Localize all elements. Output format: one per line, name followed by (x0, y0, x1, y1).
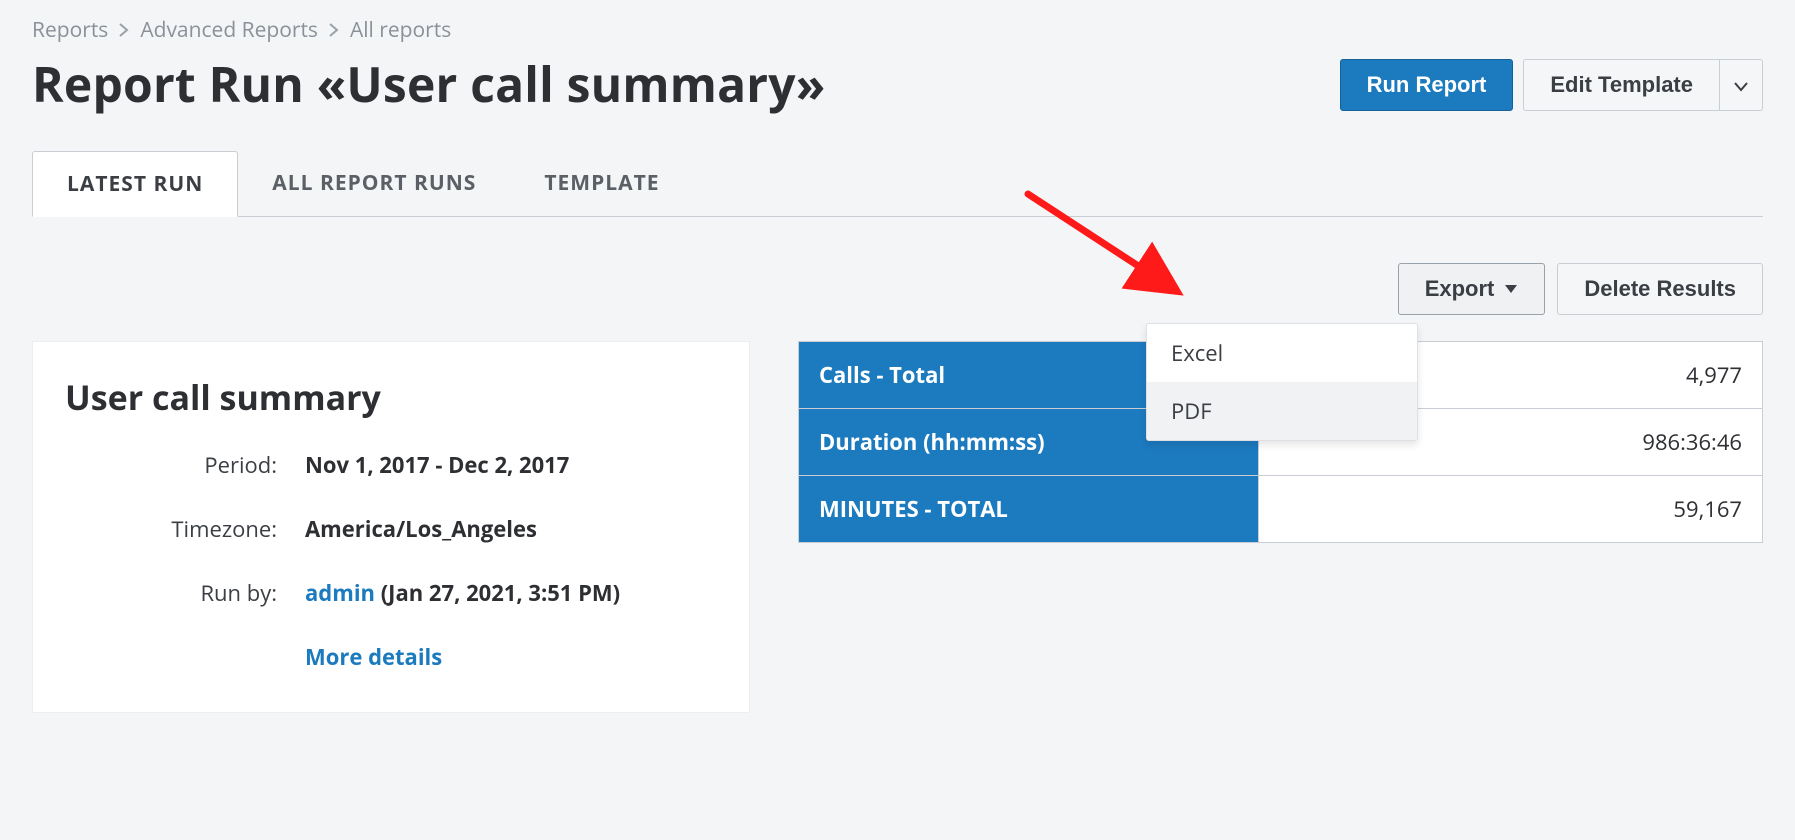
summary-runby-value: admin (Jan 27, 2021, 3:51 PM) (305, 578, 717, 608)
summary-timezone-label: Timezone: (65, 514, 305, 544)
results-actions-bar: Export Delete Results Excel PDF (32, 263, 1763, 315)
caret-down-icon (1504, 284, 1518, 294)
edit-template-dropdown[interactable] (1720, 59, 1763, 111)
export-button[interactable]: Export (1398, 263, 1546, 315)
export-option-pdf[interactable]: PDF (1147, 382, 1417, 440)
chevron-right-icon (328, 23, 340, 37)
export-button-label: Export (1425, 276, 1495, 302)
delete-results-button[interactable]: Delete Results (1557, 263, 1763, 315)
header-actions: Run Report Edit Template (1340, 59, 1763, 111)
summary-timezone-value: America/Los_Angeles (305, 514, 717, 544)
chevron-right-icon (118, 23, 130, 37)
summary-runby-label: Run by: (65, 578, 305, 608)
summary-period-value: Nov 1, 2017 - Dec 2, 2017 (305, 450, 717, 480)
edit-template-split: Edit Template (1523, 59, 1763, 111)
edit-template-button[interactable]: Edit Template (1523, 59, 1720, 111)
summary-runby-user[interactable]: admin (305, 578, 375, 608)
tabs: LATEST RUN ALL REPORT RUNS TEMPLATE (32, 151, 1763, 217)
tab-all-runs[interactable]: ALL REPORT RUNS (238, 151, 510, 216)
run-report-button[interactable]: Run Report (1340, 59, 1514, 111)
summary-period-label: Period: (65, 450, 305, 480)
table-row: MINUTES - TOTAL 59,167 (799, 476, 1763, 543)
export-option-excel[interactable]: Excel (1147, 324, 1417, 382)
caret-down-icon (1734, 72, 1748, 98)
summary-card: User call summary Period: Nov 1, 2017 - … (32, 341, 750, 713)
breadcrumb: Reports Advanced Reports All reports (32, 16, 1763, 44)
tab-latest-run[interactable]: LATEST RUN (32, 151, 238, 217)
export-dropdown-menu: Excel PDF (1146, 323, 1418, 441)
metric-value: 59,167 (1259, 476, 1763, 543)
page-title: Report Run «User call summary» (32, 52, 826, 117)
breadcrumb-item-allreports[interactable]: All reports (350, 16, 451, 44)
more-details-link[interactable]: More details (305, 642, 717, 672)
summary-runby-time: (Jan 27, 2021, 3:51 PM) (381, 578, 620, 608)
breadcrumb-item-advanced[interactable]: Advanced Reports (140, 16, 318, 44)
summary-title: User call summary (65, 374, 717, 420)
tab-template[interactable]: TEMPLATE (510, 151, 693, 216)
metric-label: MINUTES - TOTAL (799, 476, 1259, 543)
breadcrumb-item-reports[interactable]: Reports (32, 16, 108, 44)
